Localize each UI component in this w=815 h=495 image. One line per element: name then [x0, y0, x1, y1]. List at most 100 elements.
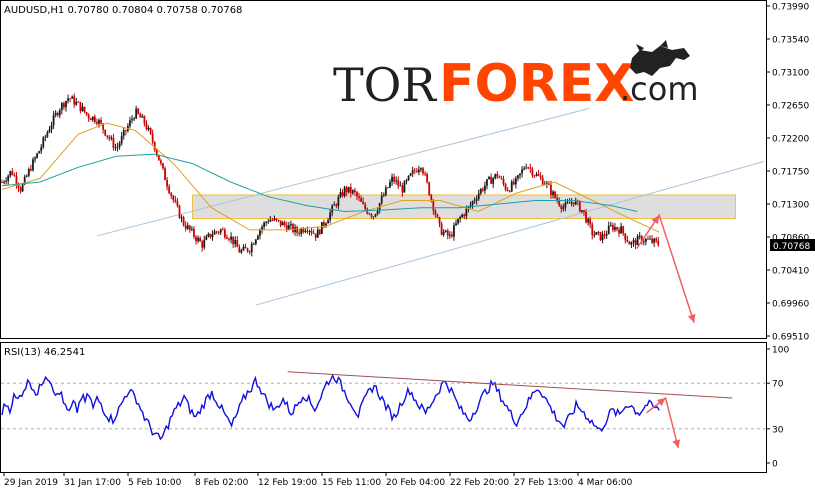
candle-body [335, 204, 338, 206]
logo-part-tor: TOR [333, 58, 437, 112]
candle-body [108, 136, 111, 139]
candle-body [79, 101, 82, 111]
candle-body [1, 182, 3, 183]
candle-body [265, 222, 268, 223]
candle-body [374, 214, 377, 217]
candle-body [228, 238, 230, 240]
candle-body [160, 160, 162, 164]
candle-body [248, 251, 251, 253]
candle-body [164, 168, 166, 181]
candle-body [277, 219, 280, 221]
candle-body [479, 189, 482, 194]
candle-body [638, 235, 641, 237]
candle-body [320, 222, 323, 234]
candle-body [341, 192, 344, 196]
x-tick-label: 5 Feb 10:00 [128, 478, 182, 488]
candle-body [149, 127, 152, 134]
candle-body [417, 169, 420, 173]
candle-body [184, 225, 187, 229]
candle-body [281, 222, 284, 226]
candle-body [426, 173, 429, 183]
candle-body [444, 230, 447, 232]
candle-body [27, 168, 30, 176]
candle-body [244, 246, 247, 249]
candle-body [620, 226, 623, 234]
candle-body [118, 143, 121, 147]
candle-body [329, 212, 332, 221]
candle-body [601, 234, 604, 241]
candle-body [110, 137, 113, 139]
candle-body [428, 182, 431, 196]
candle-body [512, 181, 515, 185]
candle-body [219, 229, 222, 233]
candle-body [195, 236, 197, 241]
candle-body [525, 167, 528, 169]
candle-body [112, 137, 115, 148]
candle-body [131, 119, 133, 121]
candle-body [40, 147, 43, 152]
candle-body [25, 175, 28, 177]
candle-body [240, 250, 243, 253]
candle-body [232, 236, 235, 245]
candle-body [323, 222, 325, 226]
candle-body [314, 233, 317, 238]
candle-body [595, 231, 598, 235]
candle-body [226, 237, 228, 239]
price-y-tick-label: 0.73990 [772, 3, 809, 13]
candle-body [529, 167, 532, 169]
price-y-tick-label: 0.69510 [772, 333, 809, 343]
candle-body [83, 106, 86, 113]
candle-body [209, 233, 212, 238]
candle-body [304, 230, 307, 233]
candle-body [434, 210, 437, 215]
price-y-tick-label: 0.72650 [772, 102, 809, 112]
candle-body [296, 227, 299, 233]
candle-body [585, 211, 587, 223]
candle-body [273, 218, 276, 221]
price-y-tick-label: 0.73540 [772, 36, 809, 46]
candle-body [624, 233, 627, 240]
candle-body [589, 219, 592, 225]
candle-body [201, 241, 204, 248]
candle-body [578, 201, 581, 212]
price-y-tick-label: 0.72200 [772, 135, 809, 145]
candle-body [626, 239, 629, 242]
candle-body [593, 234, 596, 236]
candle-body [560, 205, 563, 209]
rsi-y-tick-label: 100 [772, 346, 789, 356]
candle-body [242, 246, 245, 251]
candle-body [316, 229, 319, 238]
candle-body [89, 118, 92, 121]
candle-body [190, 228, 193, 230]
candle-body [7, 175, 10, 181]
candle-body [384, 187, 387, 196]
candle-body [541, 177, 544, 185]
candle-body [172, 195, 175, 201]
candle-body [153, 141, 156, 150]
candle-body [302, 228, 305, 233]
candle-body [46, 132, 49, 137]
candle-body [496, 174, 499, 177]
candle-body [358, 196, 360, 199]
candle-body [259, 229, 261, 236]
candle-body [275, 218, 278, 220]
price-y-tick-label: 0.69960 [772, 300, 809, 310]
candle-body [213, 231, 216, 235]
candle-body [597, 231, 600, 233]
candle-body [611, 225, 614, 230]
candle-body [182, 217, 185, 226]
candle-body [34, 157, 36, 160]
candle-body [387, 187, 389, 189]
candle-body [422, 168, 424, 174]
candle-body [527, 167, 530, 169]
candle-body [405, 180, 408, 182]
price-y-tick-label: 0.71300 [772, 201, 809, 211]
candle-body [552, 191, 554, 195]
candle-body [399, 185, 402, 187]
candle-body [450, 234, 453, 237]
candle-body [93, 116, 96, 122]
candle-body [642, 241, 645, 243]
candle-body [453, 225, 455, 237]
candle-body [517, 175, 519, 179]
candle-body [308, 230, 311, 232]
